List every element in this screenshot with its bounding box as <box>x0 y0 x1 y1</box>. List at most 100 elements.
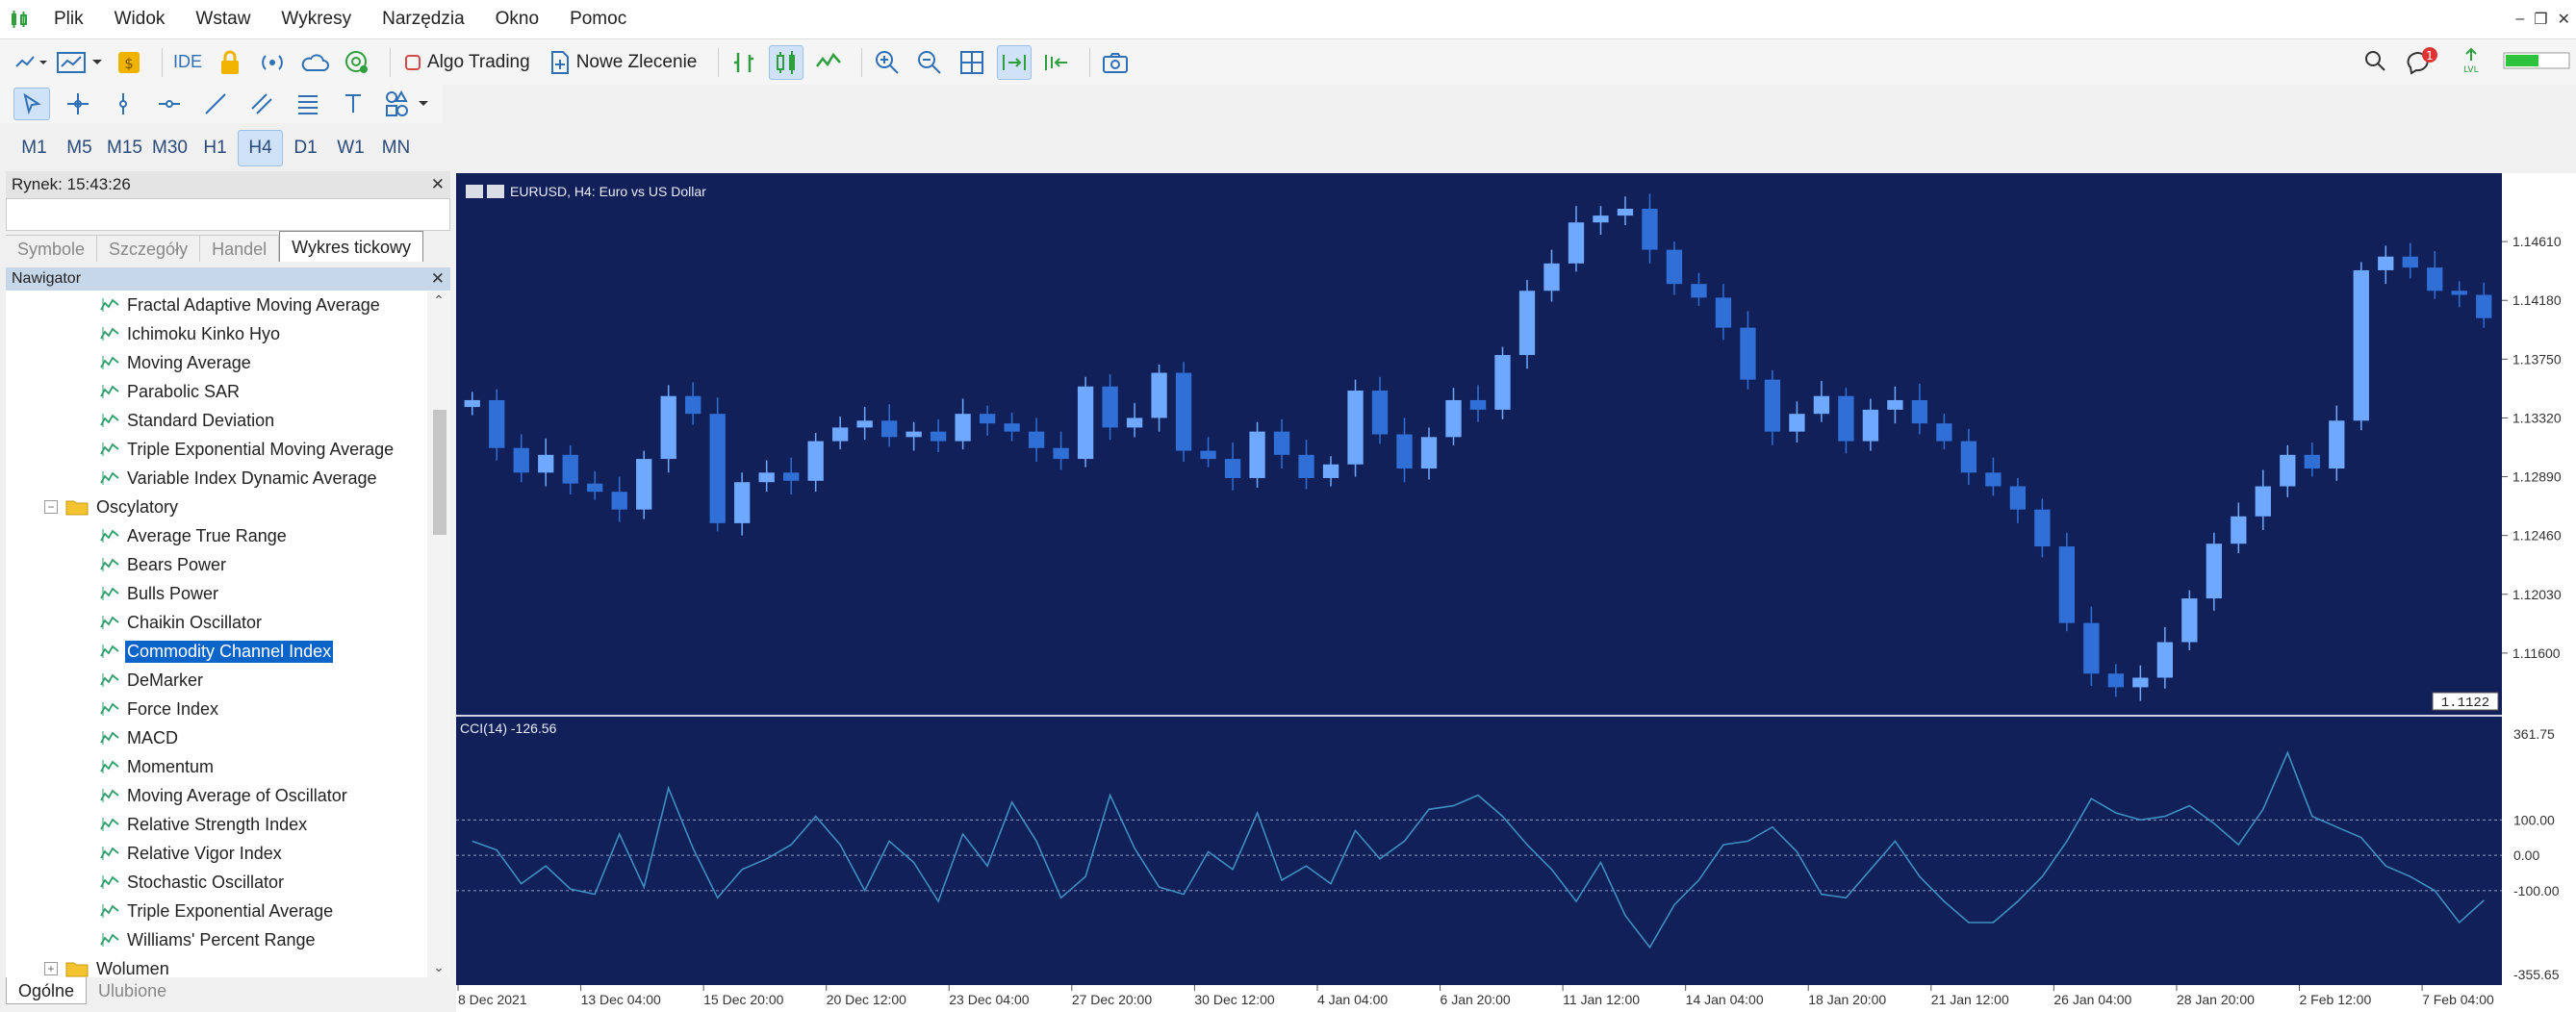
restore-icon[interactable]: ❐ <box>2534 10 2547 29</box>
profiles-dropdown[interactable] <box>56 45 104 80</box>
connection-status-icon[interactable] <box>2503 49 2570 77</box>
candlestick-chart-icon[interactable] <box>769 44 804 80</box>
crosshair-icon[interactable] <box>60 88 96 120</box>
chart-window[interactable]: 1.14610 1.14180 1.13750 1.13320 1.12890 1.124… <box>456 173 2576 1012</box>
navigator-folder[interactable]: − Oscylatory <box>6 493 423 521</box>
notifications-icon[interactable]: 1 <box>2407 46 2439 80</box>
collapse-icon[interactable]: − <box>44 500 58 514</box>
minimize-icon[interactable]: – <box>2515 11 2524 28</box>
date-tick-label: 6 Jan 20:00 <box>1441 992 1511 1007</box>
expand-icon[interactable]: + <box>44 962 58 975</box>
candle-body <box>1789 414 1805 432</box>
menu-narzedzia[interactable]: Narzędzia <box>367 0 480 38</box>
menu-widok[interactable]: Widok <box>99 0 181 38</box>
tile-windows-icon[interactable] <box>955 45 989 80</box>
zoom-out-icon[interactable] <box>912 45 947 80</box>
ide-button[interactable]: IDE <box>170 45 205 80</box>
shapes-dropdown[interactable] <box>381 88 433 120</box>
navigator-indicator-item[interactable]: Parabolic SAR <box>6 377 423 406</box>
navigator-indicator-item[interactable]: Bears Power <box>6 550 423 579</box>
date-tick-label: 21 Jan 12:00 <box>1931 992 2009 1007</box>
navigator-indicator-item[interactable]: Stochastic Oscillator <box>6 868 423 897</box>
menu-wykresy[interactable]: Wykresy <box>266 0 367 38</box>
timeframe-d1[interactable]: D1 <box>283 130 328 166</box>
cursor-icon[interactable] <box>13 88 50 120</box>
account-level-icon[interactable]: LVL <box>2459 46 2484 80</box>
close-icon[interactable]: ✕ <box>431 171 445 198</box>
chart-type-dropdown[interactable] <box>13 45 48 80</box>
trendline-icon[interactable] <box>197 88 234 120</box>
lock-icon[interactable] <box>213 45 247 80</box>
chart-shift-icon[interactable] <box>1039 45 1074 80</box>
scrollbar-thumb[interactable] <box>433 410 446 535</box>
timeframe-m30[interactable]: M30 <box>147 130 192 166</box>
timeframe-m15[interactable]: M15 <box>102 130 147 166</box>
scroll-up-icon[interactable]: ⌃ <box>427 292 450 309</box>
text-tool-icon[interactable] <box>335 88 371 120</box>
bar-chart-icon[interactable] <box>727 45 761 80</box>
menu-pomoc[interactable]: Pomoc <box>554 0 642 38</box>
navigator-indicator-item[interactable]: Average True Range <box>6 521 423 550</box>
close-icon[interactable]: ✕ <box>2558 10 2570 29</box>
navigator-scrollbar[interactable]: ⌃ ⌄ <box>427 291 450 977</box>
menu-wstaw[interactable]: Wstaw <box>180 0 266 38</box>
tab-szczegoly[interactable]: Szczegóły <box>97 235 201 262</box>
horizontal-line-icon[interactable] <box>151 88 188 120</box>
algo-trading-button[interactable]: Algo Trading <box>398 45 536 80</box>
navigator-indicator-item[interactable]: Bulls Power <box>6 579 423 608</box>
price-chart[interactable]: 1.14610 1.14180 1.13750 1.13320 1.12890 1.124… <box>456 173 2576 1012</box>
navigator-indicator-item[interactable]: DeMarker <box>6 666 423 695</box>
close-icon[interactable]: ✕ <box>431 267 445 291</box>
navigator-indicator-item[interactable]: Force Index <box>6 695 423 723</box>
timeframe-w1[interactable]: W1 <box>328 130 373 166</box>
navigator-indicator-item[interactable]: Relative Strength Index <box>6 810 423 839</box>
navigator-indicator-item[interactable]: Triple Exponential Moving Average <box>6 435 423 464</box>
navigator-indicator-item[interactable]: MACD <box>6 723 423 752</box>
tab-symbole[interactable]: Symbole <box>6 235 98 262</box>
navigator-indicator-item[interactable]: Triple Exponential Average <box>6 897 423 925</box>
navigator-indicator-item[interactable]: Ichimoku Kinko Hyo <box>6 319 423 348</box>
screenshot-icon[interactable] <box>1098 45 1133 80</box>
vertical-line-icon[interactable] <box>106 88 142 120</box>
navigator-indicator-item[interactable]: Variable Index Dynamic Average <box>6 464 423 493</box>
candle-body <box>1715 297 1732 328</box>
navigator-indicator-item[interactable]: Moving Average of Oscillator <box>6 781 423 810</box>
navigator-indicator-item[interactable]: Chaikin Oscillator <box>6 608 423 637</box>
indicator-icon <box>100 586 119 601</box>
candle-body <box>1543 263 1560 291</box>
vps-cloud-icon[interactable] <box>297 45 332 80</box>
market-icon[interactable]: $ <box>112 45 146 80</box>
community-icon[interactable] <box>340 45 374 80</box>
scroll-down-icon[interactable]: ⌄ <box>427 959 450 975</box>
navigator-indicator-item[interactable]: Williams' Percent Range <box>6 925 423 954</box>
navigator-indicator-item[interactable]: Relative Vigor Index <box>6 839 423 868</box>
timeframe-mn[interactable]: MN <box>373 130 419 166</box>
autoscroll-icon[interactable] <box>997 44 1033 80</box>
new-order-button[interactable]: Nowe Zlecenie <box>544 45 703 80</box>
tab-ogolne[interactable]: Ogólne <box>6 977 88 1004</box>
timeframe-h1[interactable]: H1 <box>192 130 238 166</box>
tab-handel[interactable]: Handel <box>200 235 280 262</box>
tab-wykres-tickowy[interactable]: Wykres tickowy <box>279 231 423 262</box>
timeframe-h4[interactable]: H4 <box>238 130 283 166</box>
search-icon[interactable] <box>2362 48 2387 78</box>
line-chart-icon[interactable] <box>811 45 846 80</box>
zoom-in-icon[interactable] <box>870 45 905 80</box>
navigator-indicator-item[interactable]: Commodity Channel Index <box>6 637 423 666</box>
candle-body <box>538 454 554 473</box>
fibonacci-icon[interactable] <box>290 88 326 120</box>
navigator-item-label: Moving Average <box>127 352 251 372</box>
timeframe-m1[interactable]: M1 <box>12 130 57 166</box>
navigator-indicator-item[interactable]: Standard Deviation <box>6 406 423 435</box>
navigator-indicator-item[interactable]: Momentum <box>6 752 423 781</box>
menu-plik[interactable]: Plik <box>38 0 99 38</box>
navigator-indicator-item[interactable]: Fractal Adaptive Moving Average <box>6 291 423 319</box>
equidistant-channel-icon[interactable] <box>243 88 280 120</box>
navigator-indicator-item[interactable]: Moving Average <box>6 348 423 377</box>
current-price-tag: 1.1122 <box>2432 692 2499 711</box>
timeframe-m5[interactable]: M5 <box>57 130 102 166</box>
tab-ulubione[interactable]: Ulubione <box>87 977 178 1004</box>
menu-okno[interactable]: Okno <box>480 0 554 38</box>
signals-icon[interactable] <box>255 45 290 80</box>
navigator-folder[interactable]: + Wolumen <box>6 954 423 977</box>
